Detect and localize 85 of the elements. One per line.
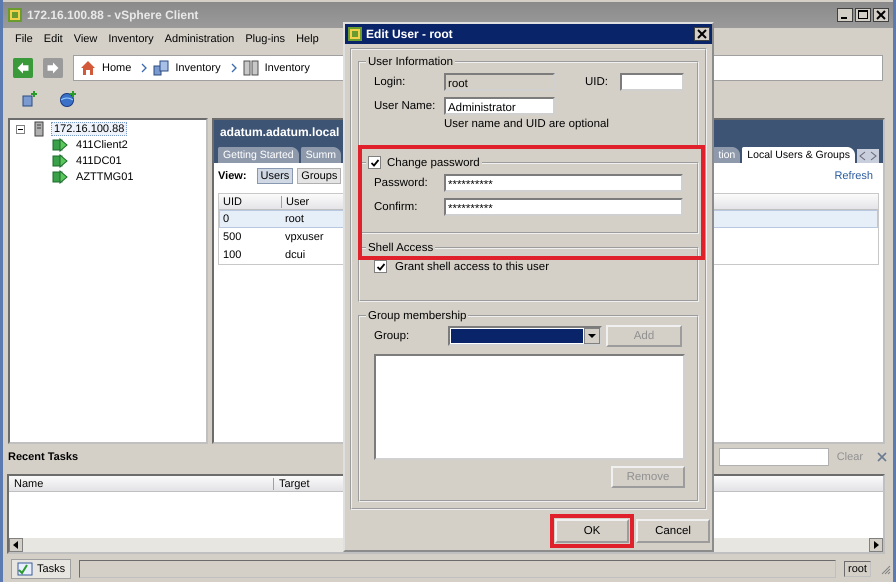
- tab-scroll-icon[interactable]: [857, 149, 879, 163]
- user-name-label: User Name:: [374, 100, 436, 112]
- app-logo-icon: [347, 26, 363, 42]
- filter-field[interactable]: [718, 448, 829, 466]
- vm-icon: [52, 137, 68, 153]
- view-label: View:: [218, 170, 247, 182]
- column-header[interactable]: UID: [219, 196, 282, 208]
- group-title: Group membership: [367, 310, 468, 322]
- chevron-icon: [230, 63, 237, 73]
- window-title: 172.16.100.88 - vSphere Client: [27, 8, 198, 22]
- vm-icon: [52, 153, 68, 169]
- server-icon: [242, 60, 259, 76]
- recent-tasks-title: Recent Tasks: [8, 451, 78, 463]
- view-toggle-button[interactable]: Users: [256, 168, 294, 184]
- close-icon[interactable]: [877, 452, 887, 462]
- dialog-title: Edit User - root: [366, 27, 453, 41]
- vm-icon: [52, 169, 68, 185]
- home-icon: [80, 60, 96, 76]
- app-logo-icon: [7, 7, 23, 23]
- ok-button[interactable]: OK: [555, 519, 629, 543]
- menu-item[interactable]: Inventory: [108, 33, 154, 45]
- resize-grip-icon[interactable]: [879, 563, 891, 575]
- uid-label: UID:: [585, 76, 609, 88]
- group-label: Group:: [374, 330, 410, 342]
- column-header[interactable]: Target: [274, 478, 315, 490]
- collapse-icon[interactable]: [16, 124, 25, 134]
- column-header[interactable]: Name: [9, 478, 274, 490]
- forward-button[interactable]: [43, 58, 63, 78]
- maximize-button[interactable]: [855, 8, 871, 22]
- menu-item[interactable]: View: [74, 33, 98, 45]
- breadcrumb-link[interactable]: Home: [102, 62, 132, 74]
- menu-item[interactable]: Plug-ins: [245, 33, 286, 45]
- close-button[interactable]: [694, 27, 710, 41]
- login-field: root: [444, 73, 555, 91]
- menu-item[interactable]: Edit: [44, 33, 63, 45]
- uid-field[interactable]: [620, 73, 684, 91]
- checkbox[interactable]: [374, 260, 387, 273]
- tree-item[interactable]: AZTTMG01: [74, 171, 136, 183]
- confirm-label: Confirm:: [374, 201, 418, 213]
- column-header[interactable]: User: [282, 196, 314, 208]
- confirm-field[interactable]: **********: [444, 198, 683, 216]
- back-button[interactable]: [13, 58, 33, 78]
- view-toggle-button[interactable]: Groups: [297, 168, 342, 184]
- password-field[interactable]: **********: [444, 174, 683, 192]
- breadcrumb-link[interactable]: Inventory: [175, 62, 221, 74]
- cancel-button[interactable]: Cancel: [636, 519, 710, 543]
- refresh-link[interactable]: Refresh: [834, 170, 873, 182]
- group-title: User Information: [367, 56, 454, 68]
- tree-item[interactable]: 411DC01: [74, 155, 124, 167]
- tasks-button[interactable]: Tasks: [11, 559, 72, 579]
- tree-item[interactable]: 411Client2: [74, 139, 130, 151]
- change-password-label: Change password: [387, 156, 480, 168]
- scroll-left-icon[interactable]: [9, 538, 23, 552]
- grant-shell-label: Grant shell access to this user: [395, 260, 550, 272]
- table-cell-text: root: [284, 213, 305, 225]
- password-label: Password:: [374, 177, 429, 189]
- add-globe-icon[interactable]: [59, 90, 77, 108]
- user-name: root: [844, 561, 871, 577]
- tab[interactable]: Local Users & Groups: [742, 147, 855, 163]
- group-title: Shell Access: [367, 242, 434, 254]
- hint-text: User name and UID are optional: [443, 118, 610, 130]
- close-button[interactable]: [873, 8, 889, 22]
- user-name-field[interactable]: Administrator: [444, 97, 555, 115]
- checkbox[interactable]: [368, 156, 381, 169]
- tasks-icon: [17, 561, 33, 577]
- host-title: adatum.adatum.local: [220, 125, 340, 139]
- breadcrumb-link[interactable]: Inventory: [264, 62, 310, 74]
- table-cell-text: 100: [222, 249, 242, 261]
- menu-item[interactable]: Help: [296, 33, 319, 45]
- login-label: Login:: [374, 76, 406, 88]
- menu-item[interactable]: File: [15, 33, 33, 45]
- table-cell-text: dcui: [284, 249, 306, 261]
- table-cell-text: vpxuser: [284, 231, 325, 243]
- inventory-icon: [153, 60, 170, 76]
- table-cell-text: 500: [222, 231, 242, 243]
- group-list[interactable]: [374, 354, 685, 460]
- menu-item[interactable]: Administration: [164, 33, 234, 45]
- add-host-icon[interactable]: [21, 90, 39, 108]
- tree-item[interactable]: 172.16.100.88: [51, 122, 128, 136]
- host-icon: [33, 121, 45, 137]
- scroll-right-icon[interactable]: [869, 538, 883, 552]
- table-cell-text: 0: [222, 213, 230, 225]
- chevron-icon: [141, 63, 148, 73]
- minimize-button[interactable]: [837, 8, 853, 22]
- group-dropdown[interactable]: [448, 326, 602, 346]
